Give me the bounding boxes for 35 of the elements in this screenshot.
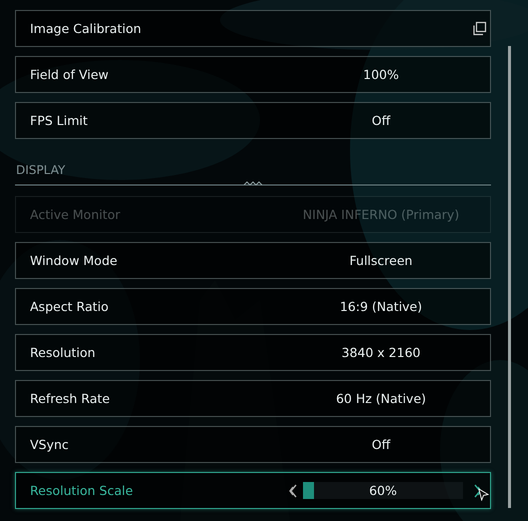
setting-label: VSync [30, 437, 70, 452]
slider-value: 60% [368, 483, 398, 498]
setting-row[interactable]: Window Mode Fullscreen [15, 242, 491, 279]
setting-row[interactable]: Refresh Rate 60 Hz (Native) [15, 380, 491, 417]
setting-label: Field of View [30, 67, 110, 82]
setting-value: 60 Hz (Native) [334, 391, 428, 406]
right-chevron-icon[interactable] [473, 484, 483, 498]
setting-row[interactable]: Aspect Ratio 16:9 (Native) [15, 288, 491, 325]
setting-row[interactable]: Resolution Scale 60% [15, 472, 491, 509]
setting-label: Refresh Rate [30, 391, 111, 406]
cursor-icon [478, 488, 489, 501]
setting-value: Off [370, 113, 392, 128]
setting-label: Active Monitor [30, 207, 122, 222]
setting-value: 3840 x 2160 [340, 345, 422, 360]
setting-label: Image Calibration [30, 21, 142, 36]
setting-label: Aspect Ratio [30, 299, 110, 314]
setting-value: 100% [362, 67, 400, 82]
setting-value: NINJA INFERNO (Primary) [302, 207, 460, 222]
setting-value: Fullscreen [348, 253, 414, 268]
slider-track[interactable] [303, 482, 463, 499]
scrollbar[interactable] [508, 46, 511, 508]
setting-row[interactable]: VSync Off [15, 426, 491, 463]
setting-row[interactable]: Image Calibration [15, 10, 491, 47]
setting-row[interactable]: FPS Limit Off [15, 102, 491, 139]
setting-label: Resolution Scale [30, 483, 134, 498]
setting-label: Window Mode [30, 253, 118, 268]
section-heading: DISPLAY [16, 163, 66, 177]
setting-row[interactable]: Field of View 100% [15, 56, 491, 93]
setting-row[interactable]: Resolution 3840 x 2160 [15, 334, 491, 371]
setting-label: FPS Limit [30, 113, 89, 128]
setting-value: 16:9 (Native) [338, 299, 424, 314]
setting-label: Resolution [30, 345, 96, 360]
copy-icon[interactable] [472, 21, 487, 36]
left-chevron-icon[interactable] [288, 484, 298, 498]
setting-value: Off [370, 437, 392, 452]
